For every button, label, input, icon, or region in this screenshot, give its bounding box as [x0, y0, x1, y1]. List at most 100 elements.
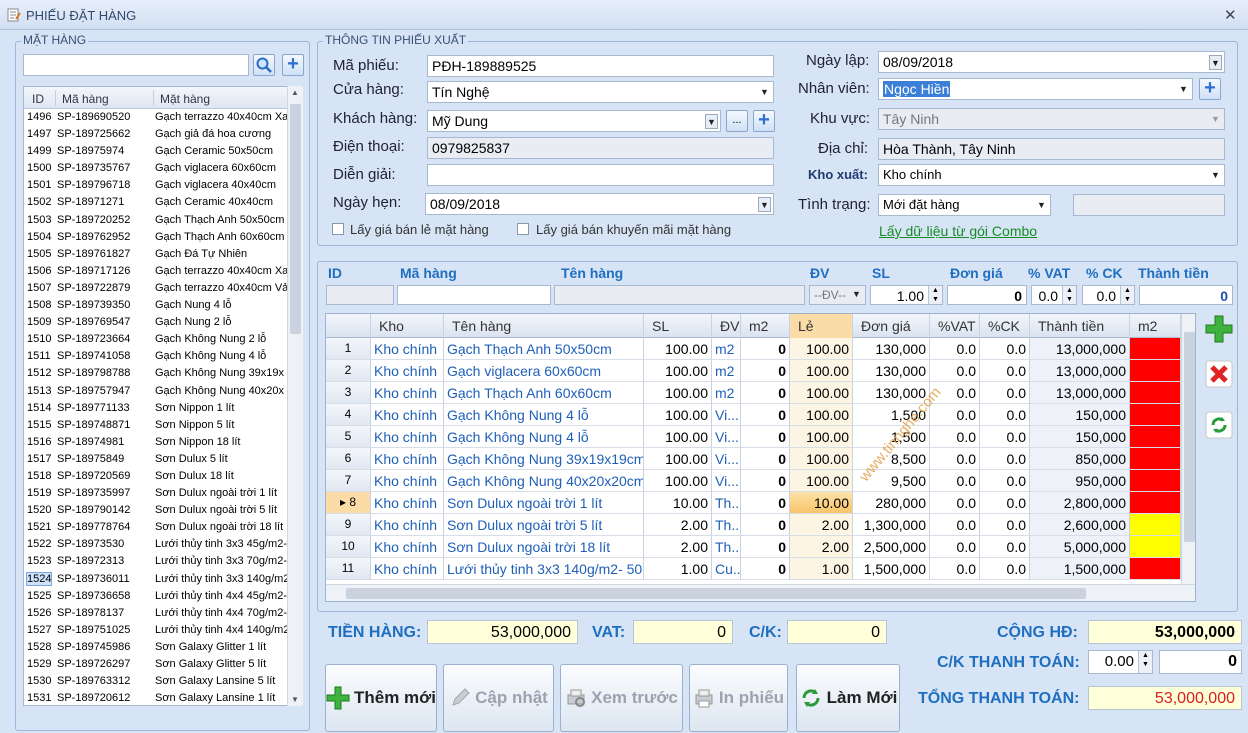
cell-vat[interactable]: 0.0: [930, 492, 980, 514]
grid-col-header[interactable]: ĐV: [712, 314, 741, 338]
cell-m2[interactable]: 0: [741, 514, 790, 536]
item-row[interactable]: 1531 SP-189720612 Sơn Galaxy Lansine 1 lít: [24, 690, 302, 705]
cell-thanh-tien[interactable]: 2,600,000: [1030, 514, 1130, 536]
cell-vat[interactable]: 0.0: [930, 514, 980, 536]
cell-vat[interactable]: 0.0: [930, 448, 980, 470]
item-row[interactable]: 1503 SP-189720252 Gạch Thạch Anh 50x50cm: [24, 212, 302, 229]
entry-sl-spinner[interactable]: 1.00 ▲ ▼: [870, 285, 943, 305]
grid-col-header[interactable]: m2: [1130, 314, 1181, 338]
spinner-arrows-icon[interactable]: ▲ ▼: [1062, 286, 1076, 304]
row-number[interactable]: 6: [326, 448, 371, 470]
cell-ck[interactable]: 0.0: [980, 558, 1030, 580]
cell-thanh-tien[interactable]: 2,800,000: [1030, 492, 1130, 514]
cell-dv[interactable]: Th...: [712, 536, 741, 558]
row-number[interactable]: 5: [326, 426, 371, 448]
cell-vat[interactable]: 0.0: [930, 338, 980, 360]
row-number[interactable]: 4: [326, 404, 371, 426]
cell-ten-hang[interactable]: Gạch Không Nung 40x20x20cm: [444, 470, 644, 492]
m2-status-cell[interactable]: [1130, 514, 1181, 536]
item-row[interactable]: 1502 SP-18971271 Gạch Ceramic 40x40cm: [24, 194, 302, 211]
cell-thanh-tien[interactable]: 13,000,000: [1030, 338, 1130, 360]
cell-dv[interactable]: m2: [712, 360, 741, 382]
row-number[interactable]: 9: [326, 514, 371, 536]
grid-col-header[interactable]: Đơn giá: [853, 314, 930, 338]
grid-col-header[interactable]: m2: [741, 314, 790, 338]
cell-thanh-tien[interactable]: 13,000,000: [1030, 360, 1130, 382]
item-row[interactable]: 1505 SP-189761827 Gạch Đá Tự Nhiên: [24, 246, 302, 263]
item-row[interactable]: 1518 SP-189720569 Sơn Dulux 18 lít: [24, 468, 302, 485]
grid-col-header[interactable]: Lẻ: [790, 314, 853, 338]
cell-kho[interactable]: Kho chính: [371, 360, 444, 382]
item-row[interactable]: 1507 SP-189722879 Gạch terrazzo 40x40cm Vả: [24, 280, 302, 297]
item-row[interactable]: 1499 SP-18975974 Gạch Ceramic 50x50cm: [24, 143, 302, 160]
add-row-button[interactable]: [1204, 314, 1234, 346]
grid-row[interactable]: 3 Kho chính Gạch Thạch Anh 60x60cm 100.00 m2…: [326, 382, 1181, 404]
cell-dv[interactable]: Vi...: [712, 404, 741, 426]
search-button[interactable]: [253, 54, 275, 76]
cua-hang-select[interactable]: Tín Nghệ ▼: [427, 81, 774, 103]
cell-le[interactable]: 1.00: [790, 558, 853, 580]
dia-chi-field[interactable]: Hòa Thành, Tây Ninh: [878, 138, 1225, 160]
item-row[interactable]: 1506 SP-189717126 Gạch terrazzo 40x40cm Xa: [24, 263, 302, 280]
cell-don-gia[interactable]: 1,500,000: [853, 558, 930, 580]
cell-sl[interactable]: 100.00: [644, 360, 712, 382]
cell-sl[interactable]: 100.00: [644, 338, 712, 360]
them-moi-button[interactable]: Thêm mới: [325, 664, 437, 732]
m2-status-cell[interactable]: [1130, 360, 1181, 382]
cell-sl[interactable]: 1.00: [644, 558, 712, 580]
refresh-row-button[interactable]: [1205, 411, 1235, 441]
grid-hscrollbar[interactable]: [326, 584, 1195, 601]
item-row[interactable]: 1522 SP-18973530 Lưới thủy tinh 3x3 45g/m2…: [24, 536, 302, 553]
cell-m2[interactable]: 0: [741, 448, 790, 470]
cap-nhat-button[interactable]: Cập nhật: [443, 664, 554, 732]
cell-ten-hang[interactable]: Sơn Dulux ngoài trời 1 lít: [444, 492, 644, 514]
item-row[interactable]: 1516 SP-18974981 Sơn Nippon 18 lít: [24, 434, 302, 451]
cell-sl[interactable]: 100.00: [644, 448, 712, 470]
m2-status-cell[interactable]: [1130, 470, 1181, 492]
cell-m2[interactable]: 0: [741, 470, 790, 492]
cell-vat[interactable]: 0.0: [930, 426, 980, 448]
ngay-hen-picker[interactable]: 08/09/2018 ▼: [425, 193, 774, 215]
cell-sl[interactable]: 10.00: [644, 492, 712, 514]
cell-m2[interactable]: 0: [741, 338, 790, 360]
cell-m2[interactable]: 0: [741, 426, 790, 448]
grid-col-header[interactable]: SL: [644, 314, 712, 338]
cell-le[interactable]: 100.00: [790, 360, 853, 382]
item-row[interactable]: 1517 SP-18975849 Sơn Dulux 5 lít: [24, 451, 302, 468]
item-row[interactable]: 1496 SP-189690520 Gạch terrazzo 40x40cm Xa: [24, 109, 302, 126]
cell-kho[interactable]: Kho chính: [371, 404, 444, 426]
item-row[interactable]: 1529 SP-189726297 Sơn Galaxy Glitter 5 lít: [24, 656, 302, 673]
grid-col-header[interactable]: Thành tiền: [1030, 314, 1130, 338]
khu-vuc-select[interactable]: Tây Ninh ▼: [878, 108, 1225, 130]
row-number[interactable]: ▸ 8: [326, 492, 371, 514]
item-row[interactable]: 1520 SP-189790142 Sơn Dulux ngoài trời 5 l…: [24, 502, 302, 519]
kho-xuat-select[interactable]: Kho chính ▼: [878, 164, 1225, 186]
m2-status-cell[interactable]: [1130, 558, 1181, 580]
combo-link[interactable]: Lấy dữ liệu từ gói Combo: [879, 223, 1037, 239]
xem-truoc-button[interactable]: Xem trước: [560, 664, 683, 732]
ma-phieu-field[interactable]: PĐH-189889525: [427, 55, 774, 77]
grid-row[interactable]: 6 Kho chính Gạch Không Nung 39x19x19cm 100.…: [326, 448, 1181, 470]
ngay-lap-picker[interactable]: 08/09/2018 ▼: [878, 51, 1225, 73]
cell-le[interactable]: 100.00: [790, 404, 853, 426]
cell-ten-hang[interactable]: Gạch Thạch Anh 60x60cm: [444, 382, 644, 404]
item-row[interactable]: 1521 SP-189778764 Sơn Dulux ngoài trời 18 …: [24, 519, 302, 536]
cell-kho[interactable]: Kho chính: [371, 536, 444, 558]
cell-dv[interactable]: Vi...: [712, 426, 741, 448]
ck-thanh-toan-field[interactable]: 0: [1159, 650, 1242, 674]
item-row[interactable]: 1500 SP-189735767 Gạch viglacera 60x60cm: [24, 160, 302, 177]
cell-sl[interactable]: 2.00: [644, 514, 712, 536]
cell-dv[interactable]: Th...: [712, 514, 741, 536]
item-row[interactable]: 1511 SP-189741058 Gạch Không Nung 4 lỗ: [24, 348, 302, 365]
row-number[interactable]: 1: [326, 338, 371, 360]
delete-row-button[interactable]: [1205, 360, 1235, 390]
cell-ck[interactable]: 0.0: [980, 338, 1030, 360]
cell-dv[interactable]: m2: [712, 338, 741, 360]
row-number[interactable]: 10: [326, 536, 371, 558]
cell-kho[interactable]: Kho chính: [371, 558, 444, 580]
item-row[interactable]: 1515 SP-189748871 Sơn Nippon 5 lít: [24, 417, 302, 434]
cell-m2[interactable]: 0: [741, 360, 790, 382]
row-number[interactable]: 11: [326, 558, 371, 580]
cell-kho[interactable]: Kho chính: [371, 470, 444, 492]
nhan-vien-select[interactable]: Ngọc Hiền ▼: [878, 78, 1193, 100]
